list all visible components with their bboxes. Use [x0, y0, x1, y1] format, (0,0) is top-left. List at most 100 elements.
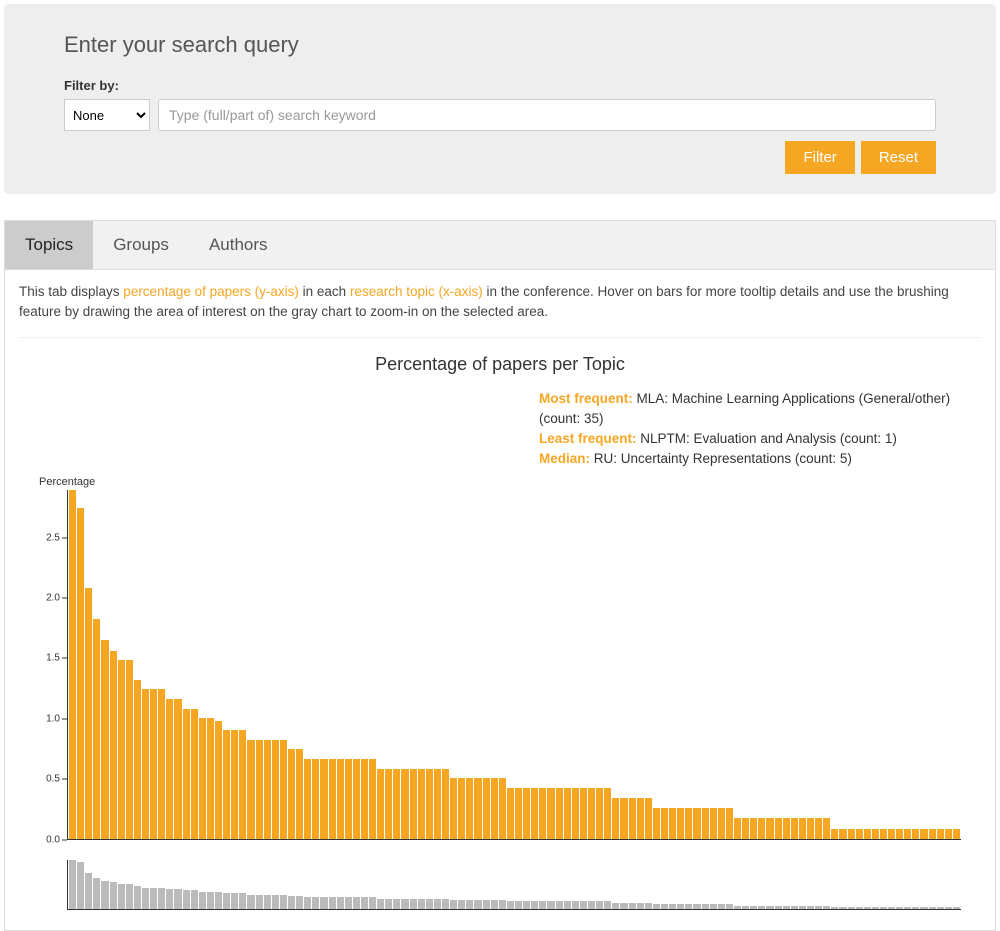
- brush-bar[interactable]: [685, 904, 692, 908]
- brush-bar[interactable]: [77, 862, 84, 908]
- chart-bar[interactable]: [369, 759, 376, 838]
- brush-bar[interactable]: [466, 900, 473, 908]
- brush-bar[interactable]: [945, 907, 952, 908]
- brush-bar[interactable]: [653, 904, 660, 908]
- chart-bar[interactable]: [199, 718, 206, 838]
- brush-bar[interactable]: [264, 895, 271, 909]
- brush-bar[interactable]: [620, 903, 627, 909]
- chart-bar[interactable]: [158, 689, 165, 838]
- chart-bar[interactable]: [783, 818, 790, 838]
- chart-bar[interactable]: [337, 759, 344, 838]
- brush-bar[interactable]: [174, 889, 181, 909]
- chart-bar[interactable]: [888, 829, 895, 839]
- chart-bar[interactable]: [596, 788, 603, 839]
- brush-bar[interactable]: [329, 897, 336, 908]
- brush-bar[interactable]: [677, 904, 684, 908]
- chart-bar[interactable]: [791, 818, 798, 838]
- brush-bar[interactable]: [912, 907, 919, 908]
- chart-bar[interactable]: [693, 808, 700, 838]
- chart-bar[interactable]: [434, 769, 441, 839]
- chart-bar[interactable]: [564, 788, 571, 839]
- chart-bar[interactable]: [937, 829, 944, 839]
- brush-bar[interactable]: [856, 907, 863, 908]
- brush-chart[interactable]: [67, 860, 961, 910]
- brush-bar[interactable]: [256, 895, 263, 909]
- chart-bar[interactable]: [848, 829, 855, 839]
- brush-bar[interactable]: [637, 903, 644, 909]
- chart-bar[interactable]: [426, 769, 433, 839]
- brush-bar[interactable]: [572, 901, 579, 908]
- chart-bar[interactable]: [231, 730, 238, 838]
- chart-bar[interactable]: [718, 808, 725, 838]
- brush-bar[interactable]: [450, 900, 457, 908]
- brush-bar[interactable]: [434, 899, 441, 909]
- chart-bar[interactable]: [450, 778, 457, 838]
- chart-bar[interactable]: [223, 730, 230, 838]
- chart-bar[interactable]: [912, 829, 919, 839]
- chart-bar[interactable]: [685, 808, 692, 838]
- chart-bar[interactable]: [807, 818, 814, 838]
- brush-bar[interactable]: [547, 901, 554, 908]
- brush-bar[interactable]: [661, 904, 668, 908]
- chart-bar[interactable]: [101, 640, 108, 839]
- brush-bar[interactable]: [645, 903, 652, 909]
- chart-bar[interactable]: [872, 829, 879, 839]
- chart-bar[interactable]: [604, 788, 611, 839]
- chart-bar[interactable]: [515, 788, 522, 839]
- brush-bar[interactable]: [823, 906, 830, 909]
- chart-bar[interactable]: [142, 689, 149, 838]
- brush-bar[interactable]: [418, 899, 425, 909]
- brush-bar[interactable]: [604, 901, 611, 908]
- brush-bar[interactable]: [693, 904, 700, 908]
- chart-bar[interactable]: [126, 660, 133, 838]
- chart-bar[interactable]: [799, 818, 806, 838]
- tab-groups[interactable]: Groups: [93, 221, 189, 269]
- chart-bar[interactable]: [531, 788, 538, 839]
- chart-bar[interactable]: [823, 818, 830, 838]
- brush-bar[interactable]: [223, 893, 230, 908]
- brush-bar[interactable]: [134, 886, 141, 908]
- chart-bar[interactable]: [118, 660, 125, 838]
- chart-bar[interactable]: [361, 759, 368, 838]
- brush-bar[interactable]: [758, 906, 765, 909]
- chart-bar[interactable]: [296, 749, 303, 838]
- brush-bar[interactable]: [353, 897, 360, 908]
- brush-bar[interactable]: [888, 907, 895, 908]
- chart-bar[interactable]: [442, 769, 449, 839]
- brush-bar[interactable]: [523, 901, 530, 908]
- brush-bar[interactable]: [766, 906, 773, 909]
- chart-bar[interactable]: [183, 709, 190, 839]
- brush-bar[interactable]: [539, 901, 546, 908]
- brush-bar[interactable]: [483, 900, 490, 908]
- brush-bar[interactable]: [247, 895, 254, 909]
- chart-bar[interactable]: [458, 778, 465, 838]
- chart-bar[interactable]: [637, 798, 644, 839]
- brush-bar[interactable]: [231, 893, 238, 908]
- chart-bar[interactable]: [953, 829, 960, 839]
- brush-bar[interactable]: [207, 892, 214, 909]
- brush-bar[interactable]: [896, 907, 903, 908]
- chart-bar[interactable]: [320, 759, 327, 838]
- brush-bar[interactable]: [799, 906, 806, 909]
- brush-bar[interactable]: [401, 899, 408, 909]
- brush-bar[interactable]: [929, 907, 936, 908]
- chart-bar[interactable]: [272, 740, 279, 839]
- brush-bar[interactable]: [848, 907, 855, 908]
- chart-bar[interactable]: [474, 778, 481, 838]
- chart-bar[interactable]: [710, 808, 717, 838]
- chart-bar[interactable]: [191, 709, 198, 839]
- chart-bar[interactable]: [547, 788, 554, 839]
- brush-bar[interactable]: [93, 878, 100, 909]
- brush-bar[interactable]: [385, 899, 392, 909]
- brush-bar[interactable]: [556, 901, 563, 908]
- brush-bar[interactable]: [393, 899, 400, 909]
- brush-bar[interactable]: [304, 897, 311, 908]
- brush-bar[interactable]: [410, 899, 417, 909]
- brush-bar[interactable]: [442, 899, 449, 909]
- chart-bar[interactable]: [401, 769, 408, 839]
- brush-bar[interactable]: [880, 907, 887, 908]
- brush-bar[interactable]: [183, 890, 190, 908]
- chart-bar[interactable]: [150, 689, 157, 838]
- brush-bar[interactable]: [239, 893, 246, 908]
- chart-bar[interactable]: [256, 740, 263, 839]
